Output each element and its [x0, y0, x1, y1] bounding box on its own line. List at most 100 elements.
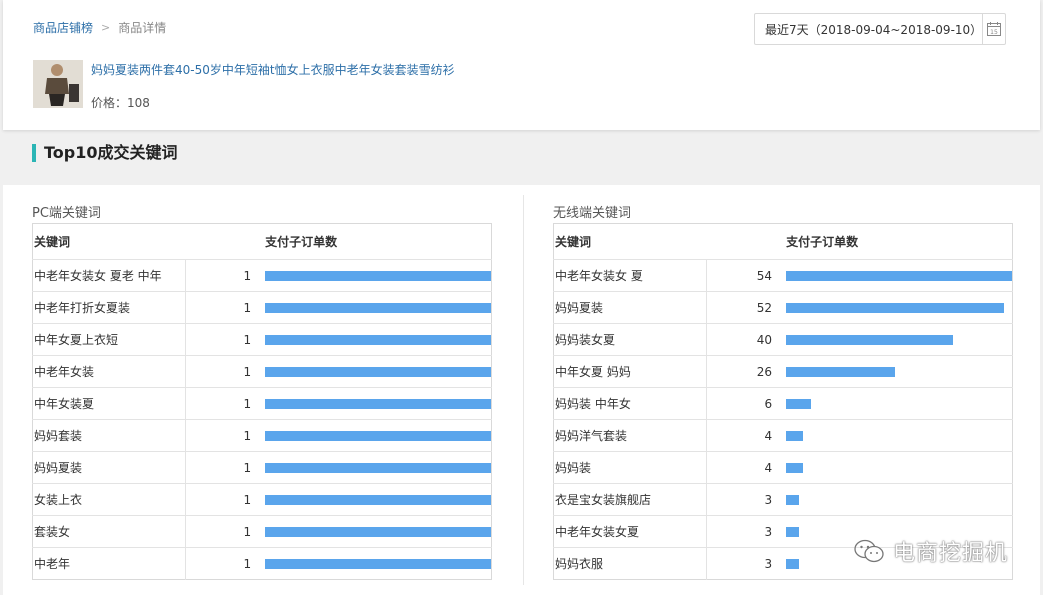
orders-bar-track [265, 494, 491, 505]
keyword-cell: 中老年女装女 夏老 中年 [32, 259, 186, 292]
orders-bar [265, 366, 491, 377]
watermark-text: 电商挖掘机 [892, 541, 1008, 566]
product-thumbnail[interactable] [33, 60, 83, 108]
table-row: 女装上衣 1 [32, 483, 492, 516]
breadcrumb-link-shop-ranking[interactable]: 商品店铺榜 [33, 19, 93, 36]
orders-bar-cell [265, 323, 492, 356]
keyword-cell: 套装女 [32, 515, 186, 548]
orders-count-cell: 40 [706, 323, 787, 356]
orders-bar-cell [265, 515, 492, 548]
orders-count-cell: 6 [706, 387, 787, 420]
keyword-cell: 妈妈衣服 [553, 547, 707, 580]
orders-bar [786, 366, 895, 377]
orders-count-cell: 52 [706, 291, 787, 324]
keyword-cell: 妈妈套装 [32, 419, 186, 452]
orders-bar-track [786, 366, 1012, 377]
orders-count-cell: 4 [706, 451, 787, 484]
orders-bar-cell [265, 451, 492, 484]
orders-bar-cell [786, 451, 1013, 484]
orders-bar-cell [265, 483, 492, 516]
pc-keywords-table: 关键词 支付子订单数 中老年女装女 夏老 中年 1 中老年打折女夏装 1 中年女夏上衣短… [32, 223, 492, 580]
orders-bar [786, 302, 1004, 313]
table-row: 中老年女装 1 [32, 355, 492, 388]
orders-bar [265, 526, 491, 537]
orders-bar [265, 334, 491, 345]
orders-bar-track [786, 462, 1012, 473]
orders-count-cell: 1 [185, 323, 266, 356]
table-header-row: 关键词 支付子订单数 [33, 224, 492, 260]
orders-bar [786, 462, 803, 473]
table-row: 中老年打折女夏装 1 [32, 291, 492, 324]
orders-bar-track [265, 366, 491, 377]
product-title-link[interactable]: 妈妈夏装两件套40-50岁中年短袖t恤女上衣服中老年女装套装雪纺衫 [91, 61, 455, 78]
table-header-row: 关键词 支付子订单数 [554, 224, 1013, 260]
table-row: 中年女装夏 1 [32, 387, 492, 420]
breadcrumb: 商品店铺榜 > 商品详情 [33, 19, 166, 36]
calendar-icon: 15 [987, 22, 1002, 36]
orders-bar-track [786, 334, 1012, 345]
date-range-label[interactable]: 最近7天（2018-09-04~2018-09-10） [755, 21, 982, 38]
orders-bar [786, 334, 954, 345]
mobile-keywords-title: 无线端关键词 [553, 206, 632, 221]
product-price: 价格：108 [91, 96, 150, 110]
table-row: 妈妈套装 1 [32, 419, 492, 452]
watermark: 电商挖掘机 [853, 535, 1008, 567]
orders-count-cell: 3 [706, 483, 787, 516]
orders-bar [786, 526, 799, 537]
table-row: 妈妈夏装 1 [32, 451, 492, 484]
breadcrumb-current: 商品详情 [118, 21, 167, 35]
section-title: Top10成交关键词 [32, 144, 178, 162]
orders-bar-cell [265, 387, 492, 420]
orders-bar-cell [786, 387, 1013, 420]
keyword-cell: 中年女夏 妈妈 [553, 355, 707, 388]
keyword-cell: 中老年打折女夏装 [32, 291, 186, 324]
orders-count-cell: 1 [185, 515, 266, 548]
table-row: 妈妈装 中年女 6 [553, 387, 1013, 420]
table-row: 中年女夏 妈妈 26 [553, 355, 1013, 388]
table-row: 妈妈装 4 [553, 451, 1013, 484]
keyword-cell: 妈妈夏装 [32, 451, 186, 484]
orders-bar-cell [265, 419, 492, 452]
orders-count-cell: 4 [706, 419, 787, 452]
orders-bar-cell [786, 355, 1013, 388]
orders-count-cell: 1 [185, 419, 266, 452]
keyword-cell: 女装上衣 [32, 483, 186, 516]
table-row: 妈妈夏装 52 [553, 291, 1013, 324]
table-row: 妈妈洋气套装 4 [553, 419, 1013, 452]
orders-count-cell: 1 [185, 483, 266, 516]
orders-bar-cell [265, 259, 492, 292]
keyword-cell: 中老年女装女 夏 [553, 259, 707, 292]
orders-bar-cell [786, 259, 1013, 292]
orders-bar-cell [265, 547, 492, 580]
date-range-picker[interactable]: 最近7天（2018-09-04~2018-09-10） 15 [754, 13, 1006, 45]
keyword-cell: 中年女夏上衣短 [32, 323, 186, 356]
orders-bar [265, 302, 491, 313]
orders-count-cell: 1 [185, 451, 266, 484]
orders-bar-track [265, 430, 491, 441]
orders-bar-track [265, 526, 491, 537]
table-row: 妈妈装女夏 40 [553, 323, 1013, 356]
orders-count-cell: 54 [706, 259, 787, 292]
orders-bar-track [786, 430, 1012, 441]
orders-bar [265, 494, 491, 505]
keyword-cell: 中老年女装 [32, 355, 186, 388]
product-header-card: 商品店铺榜 > 商品详情 最近7天（2018-09-04~2018-09-10）… [3, 0, 1040, 130]
keyword-cell: 中老年 [32, 547, 186, 580]
orders-bar-track [265, 462, 491, 473]
table-row: 中年女夏上衣短 1 [32, 323, 492, 356]
orders-count-cell: 26 [706, 355, 787, 388]
mobile-keywords-table: 关键词 支付子订单数 中老年女装女 夏 54 妈妈夏装 52 妈妈装女夏 40 中年女夏 妈… [553, 223, 1013, 580]
orders-count-cell: 1 [185, 291, 266, 324]
orders-bar-cell [786, 419, 1013, 452]
keyword-cell: 妈妈装 中年女 [553, 387, 707, 420]
calendar-button[interactable]: 15 [982, 14, 1005, 44]
orders-bar-track [265, 270, 491, 281]
orders-count-cell: 1 [185, 355, 266, 388]
orders-bar-cell [786, 323, 1013, 356]
pc-keywords-title: PC端关键词 [32, 206, 101, 221]
table-row: 中老年 1 [32, 547, 492, 580]
orders-bar-track [786, 494, 1012, 505]
keywords-card: PC端关键词 关键词 支付子订单数 中老年女装女 夏老 中年 1 中老年打折女夏装 1… [3, 185, 1040, 595]
orders-bar [786, 398, 812, 409]
orders-bar-cell [265, 355, 492, 388]
